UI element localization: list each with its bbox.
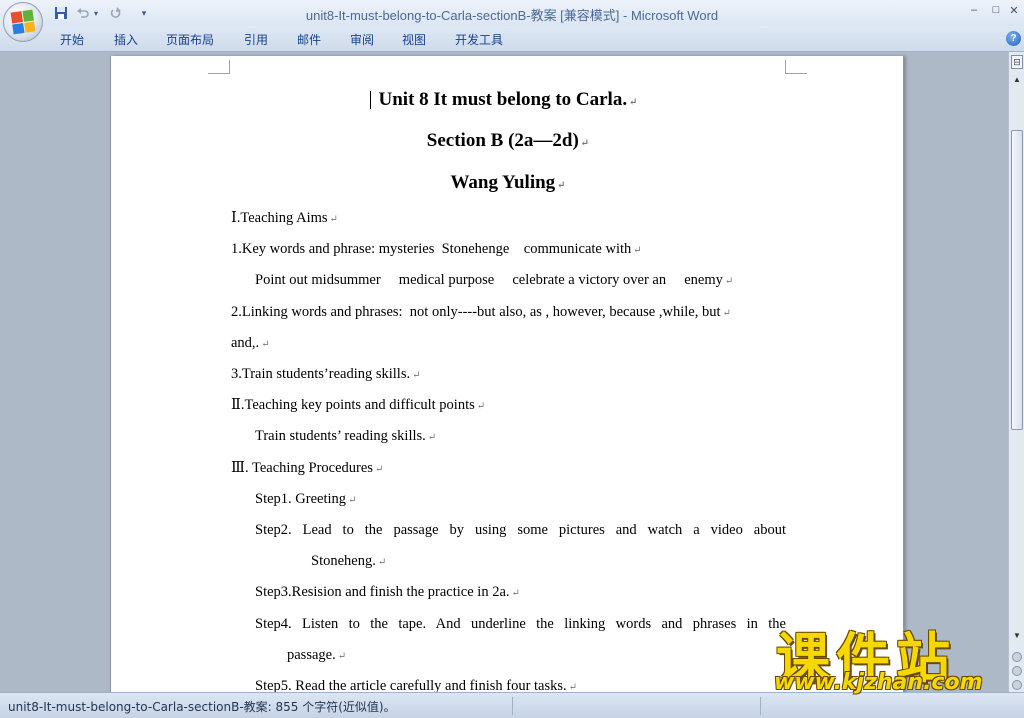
scrollbar-thumb[interactable]	[1011, 130, 1023, 430]
paragraph-line: Step3.Resision and finish the practice i…	[255, 584, 520, 600]
document-author: Wang Yuling ↵	[450, 172, 566, 193]
title-bar: ▾ ▾ unit8-It-must-belong-to-Carla-sectio…	[0, 0, 1024, 26]
paragraph-line: and,. ↵	[231, 335, 270, 351]
paragraph-line: Ⅰ.Teaching Aims ↵	[231, 210, 338, 226]
maximize-button[interactable]: □	[986, 2, 1006, 18]
undo-icon[interactable]	[75, 4, 91, 22]
paragraph-line: 2.Linking words and phrases: not only---…	[231, 304, 731, 320]
document-title: Unit 8 It must belong to Carla. ↵	[378, 89, 638, 110]
tab-insert[interactable]: 插入	[114, 31, 138, 48]
minimize-button[interactable]: –	[964, 2, 984, 18]
status-bar: unit8-It-must-belong-to-Carla-sectionB-教…	[0, 692, 1024, 718]
paragraph-line: Step5. Read the article carefully and fi…	[255, 678, 578, 692]
paragraph-line: Train students’ reading skills. ↵	[255, 428, 437, 444]
margin-corner-mark	[785, 60, 807, 74]
ribbon-tabs: 开始 插入 页面布局 引用 邮件 审阅 视图 开发工具 ?	[0, 26, 1024, 52]
save-icon[interactable]	[53, 4, 69, 22]
tab-page-layout[interactable]: 页面布局	[166, 31, 214, 48]
paragraph-line: Ⅱ.Teaching key points and difficult poin…	[231, 397, 486, 413]
paragraph-line: Step2. Lead to the passage by using some…	[255, 522, 786, 538]
help-icon[interactable]: ?	[1006, 31, 1021, 46]
customize-quick-access-icon[interactable]: ▾	[138, 4, 150, 22]
document-page[interactable]: Unit 8 It must belong to Carla. ↵ Section…	[110, 56, 904, 692]
status-text: unit8-It-must-belong-to-Carla-sectionB-教…	[8, 700, 396, 714]
margin-corner-mark	[208, 60, 230, 74]
office-button[interactable]	[3, 2, 43, 42]
paragraph-line: Step4. Listen to the tape. And underline…	[255, 616, 786, 632]
paragraph-line: passage. ↵	[287, 647, 347, 663]
vertical-scrollbar[interactable]: ⊟ ▲ ▼	[1008, 52, 1024, 692]
status-separator	[512, 697, 513, 715]
document-workspace: Unit 8 It must belong to Carla. ↵ Section…	[0, 52, 1008, 692]
paragraph-line: Point out midsummer medical purpose cele…	[255, 272, 734, 288]
close-button[interactable]: ✕	[1004, 2, 1024, 18]
tab-developer[interactable]: 开发工具	[455, 31, 503, 48]
window-title: unit8-It-must-belong-to-Carla-sectionB-教…	[305, 8, 719, 23]
view-ruler-icon[interactable]: ⊟	[1011, 55, 1023, 69]
paragraph-line: 1.Key words and phrase: mysteries Stoneh…	[231, 241, 642, 257]
paragraph-line: Ⅲ. Teaching Procedures ↵	[231, 460, 384, 476]
site-watermark: 课件站 www.kjzhan.com	[760, 614, 1024, 695]
office-logo-icon	[10, 9, 36, 35]
status-separator	[760, 697, 761, 715]
redo-icon[interactable]	[108, 4, 124, 22]
document-subtitle: Section B (2a—2d) ↵	[426, 130, 590, 151]
undo-dropdown-icon[interactable]: ▾	[92, 4, 100, 22]
tab-view[interactable]: 视图	[402, 31, 426, 48]
tab-mailings[interactable]: 邮件	[297, 31, 321, 48]
paragraph-line: 3.Train students’reading skills. ↵	[231, 366, 421, 382]
watermark-url: www.kjzhan.com	[774, 670, 983, 695]
tab-home[interactable]: 开始	[60, 31, 84, 48]
tab-review[interactable]: 审阅	[350, 31, 374, 48]
tab-references[interactable]: 引用	[244, 31, 268, 48]
paragraph-line: Step1. Greeting ↵	[255, 491, 357, 507]
scroll-up-arrow-icon[interactable]: ▲	[1011, 74, 1023, 86]
paragraph-line: Stoneheng. ↵	[311, 553, 387, 569]
